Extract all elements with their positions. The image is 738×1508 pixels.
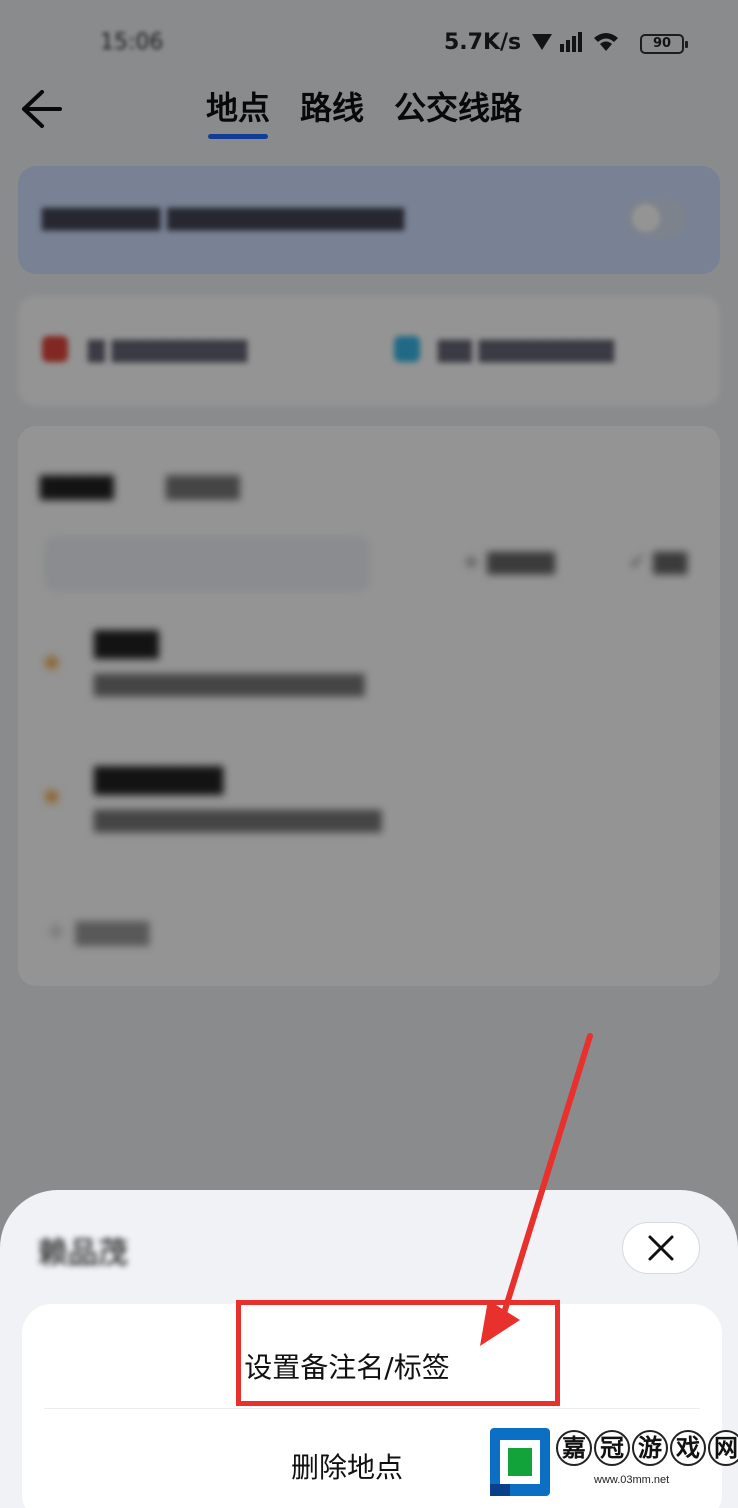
watermark-url: www.03mm.net [594,1474,670,1486]
close-icon [648,1235,674,1261]
watermark-char: 嘉 [556,1430,592,1466]
watermark-char: 网 [708,1430,738,1466]
highlight-box [236,1300,560,1406]
watermark-char: 戏 [670,1430,706,1466]
close-button[interactable] [622,1222,700,1274]
watermark-logo-icon [490,1428,550,1496]
options-divider [44,1408,700,1409]
watermark-char: 冠 [594,1430,630,1466]
watermark-char: 游 [632,1430,668,1466]
watermark-text: 嘉 冠 游 戏 网 [556,1430,738,1466]
watermark: 嘉 冠 游 戏 网 www.03mm.net [478,1418,738,1504]
sheet-title: 赖品茂 [38,1236,128,1271]
